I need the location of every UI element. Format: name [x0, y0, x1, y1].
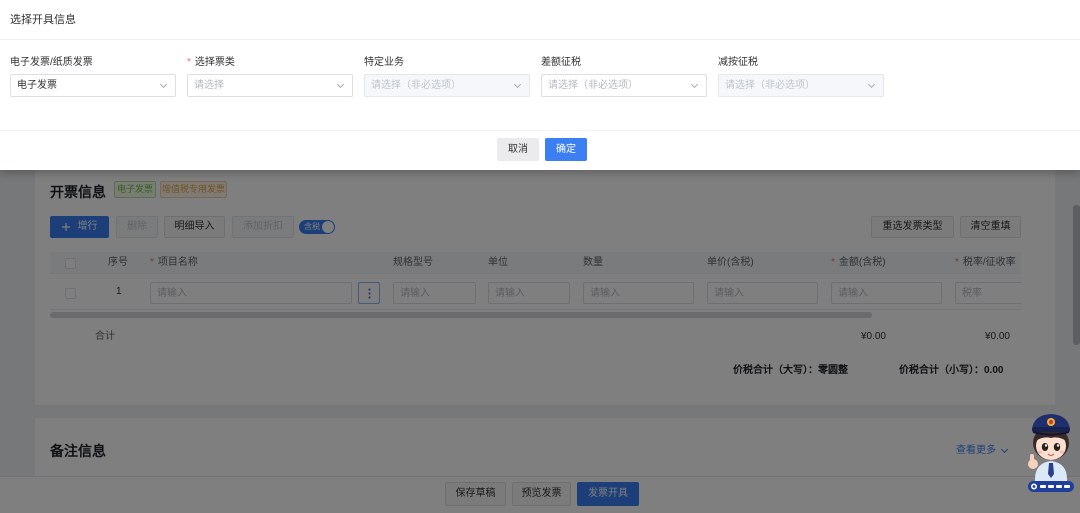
field-label: 差额征税 — [541, 56, 707, 70]
field-special-business: 特定业务 请选择（非必选项） — [364, 56, 530, 97]
assistant-mascot-icon — [1028, 414, 1074, 492]
field-invoice-medium: 电子发票/纸质发票 电子发票 — [10, 56, 176, 97]
field-label: 特定业务 — [364, 56, 530, 70]
special-business-select[interactable]: 请选择（非必选项） — [364, 74, 530, 97]
invoice-medium-select[interactable]: 电子发票 — [10, 74, 176, 97]
field-reduced-tax: 减按征税 请选择（非必选项） — [718, 56, 884, 97]
chevron-down-icon — [513, 80, 522, 89]
select-placeholder: 请选择（非必选项） — [725, 80, 815, 91]
dialog-footer: 取消 确定 — [497, 138, 587, 161]
field-label-text: 电子发票/纸质发票 — [10, 57, 93, 68]
field-label: 电子发票/纸质发票 — [10, 56, 176, 70]
dialog-title: 选择开具信息 — [10, 14, 76, 26]
field-label: 减按征税 — [718, 56, 884, 70]
field-label-text: 选择票类 — [194, 57, 235, 68]
field-label-text: 减按征税 — [718, 57, 758, 68]
field-label-text: 差额征税 — [541, 57, 581, 68]
chevron-down-icon — [690, 80, 699, 89]
invoice-category-select[interactable]: 请选择 — [187, 74, 353, 97]
required-mark: * — [187, 57, 191, 68]
assistant-mascot-button[interactable] — [1025, 411, 1077, 493]
dialog-form: 电子发票/纸质发票 电子发票 * 选择票类 请选择 特定业务 请选择（非必选项） … — [10, 56, 884, 97]
dialog-footer-divider — [0, 130, 1080, 131]
chevron-down-icon — [159, 80, 168, 89]
select-placeholder: 请选择 — [194, 80, 224, 91]
dialog-divider — [0, 39, 1080, 40]
field-differential-tax: 差额征税 请选择（非必选项） — [541, 56, 707, 97]
field-invoice-category: * 选择票类 请选择 — [187, 56, 353, 97]
select-placeholder: 请选择（非必选项） — [371, 80, 461, 91]
differential-tax-select[interactable]: 请选择（非必选项） — [541, 74, 707, 97]
field-label: * 选择票类 — [187, 56, 353, 70]
chevron-down-icon — [867, 80, 876, 89]
cancel-button[interactable]: 取消 — [497, 138, 539, 161]
select-value: 电子发票 — [17, 80, 57, 91]
confirm-button[interactable]: 确定 — [545, 138, 587, 161]
select-placeholder: 请选择（非必选项） — [548, 80, 638, 91]
field-label-text: 特定业务 — [364, 57, 404, 68]
chevron-down-icon — [336, 80, 345, 89]
select-issuance-info-dialog: 选择开具信息 电子发票/纸质发票 电子发票 * 选择票类 请选择 特定业务 请选择… — [0, 0, 1080, 170]
reduced-tax-select[interactable]: 请选择（非必选项） — [718, 74, 884, 97]
